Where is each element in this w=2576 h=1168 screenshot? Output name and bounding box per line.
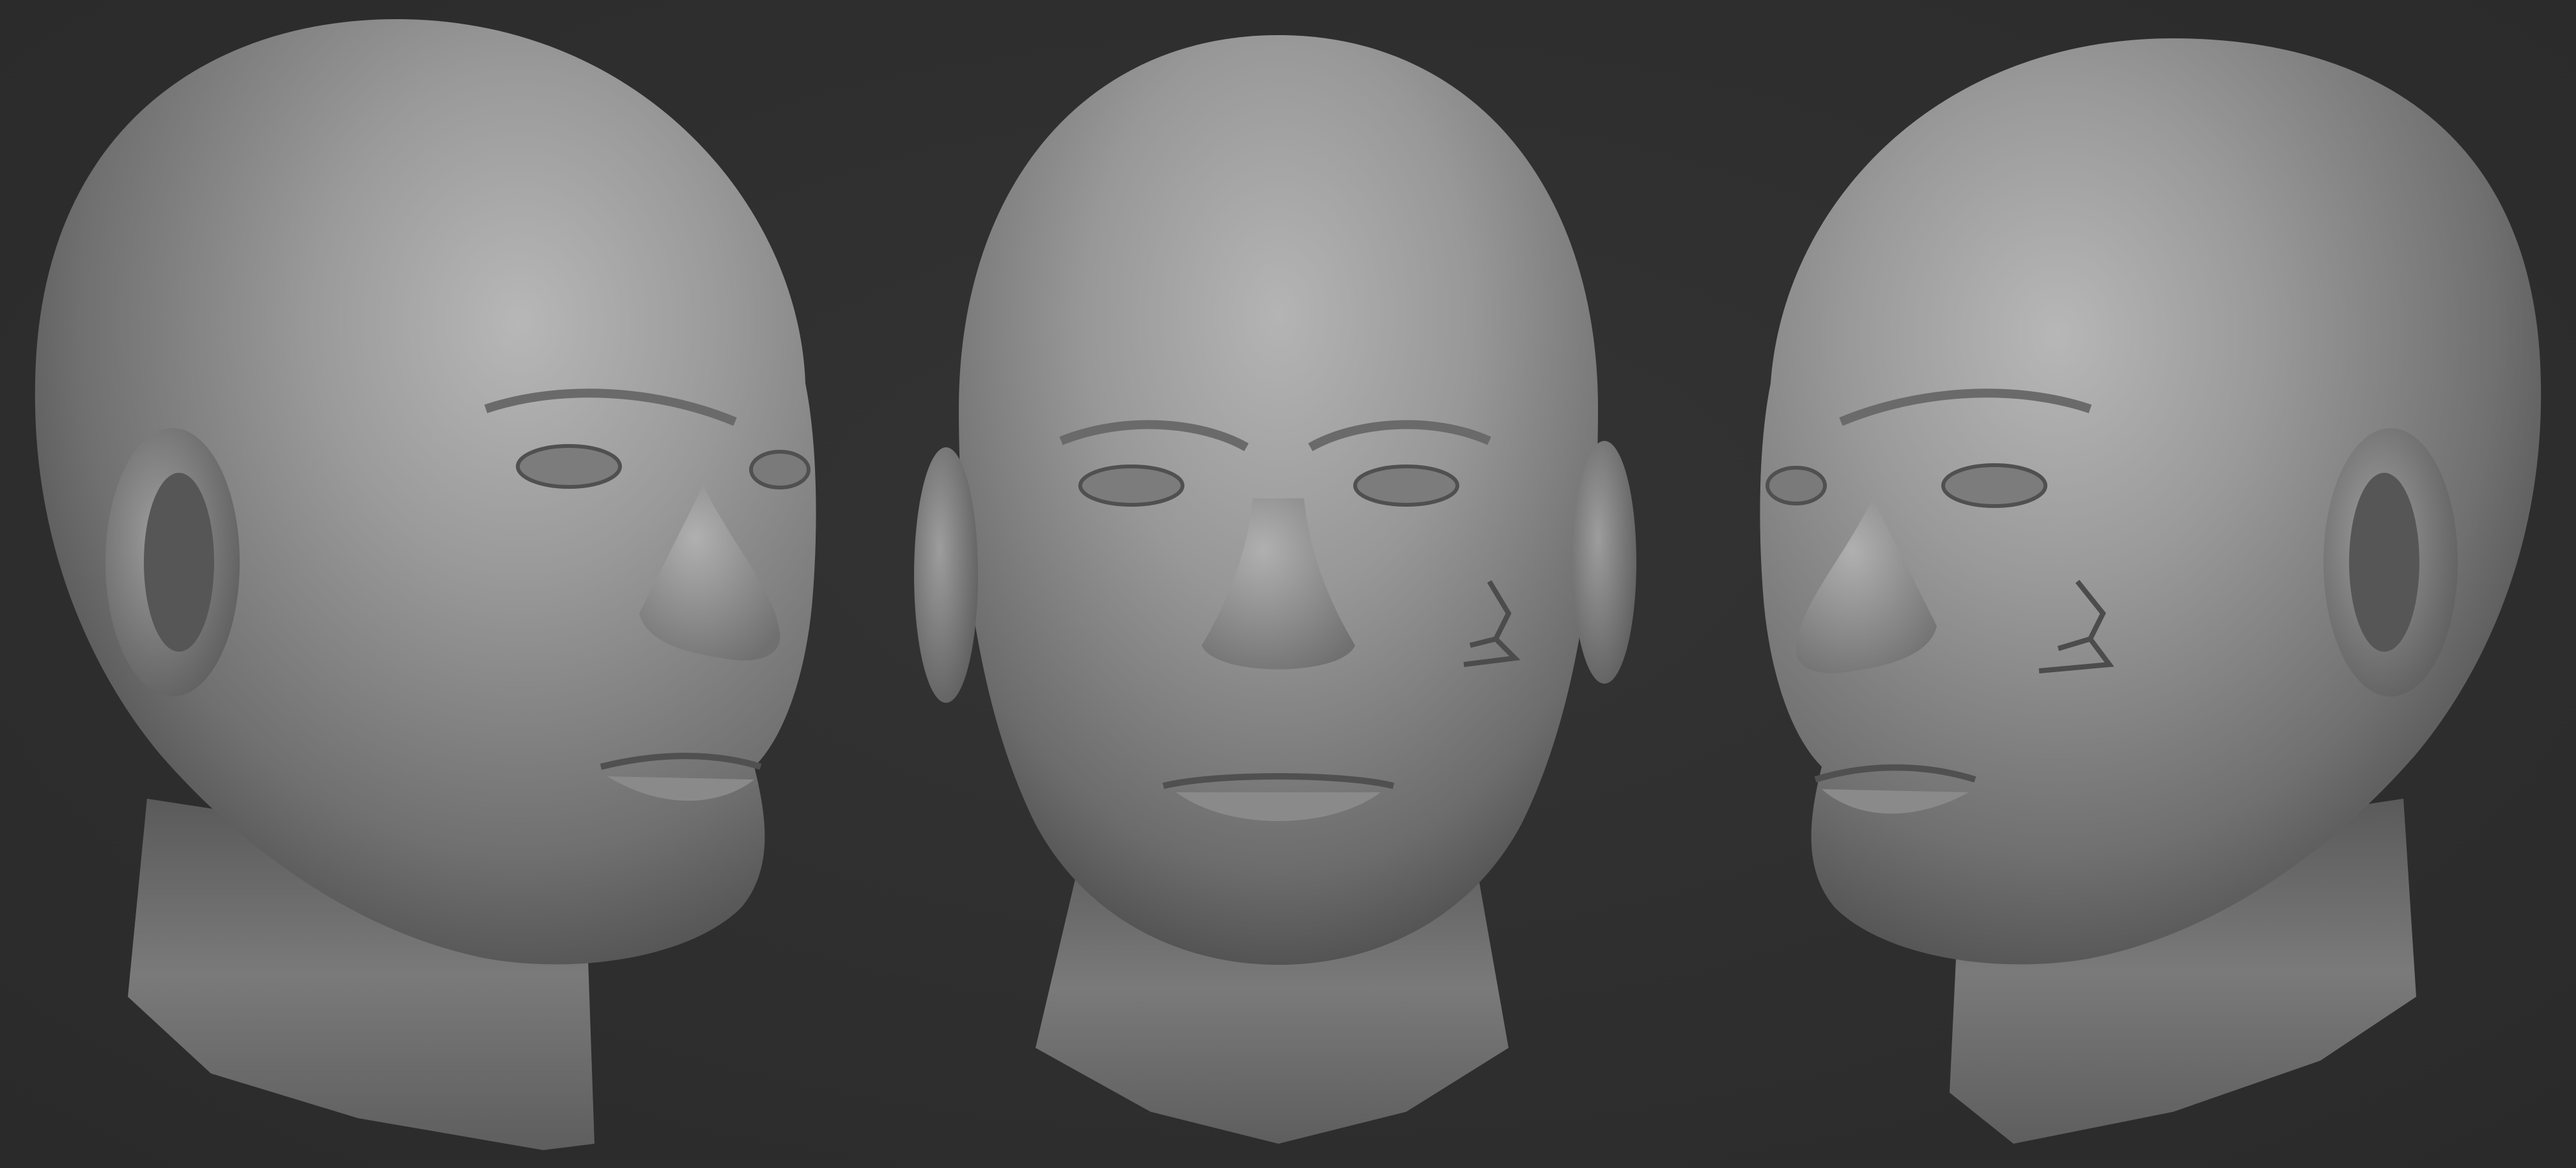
head-three-quarter-left — [35, 19, 816, 1150]
render-viewport — [0, 0, 2576, 1168]
eye-left-b — [749, 450, 811, 489]
eye-right-b — [1941, 463, 2047, 508]
eye-front-right — [1353, 465, 1459, 507]
sculpt-turnaround — [35, 19, 2541, 1150]
head-front — [914, 35, 1636, 1144]
ear-inner-left — [144, 473, 214, 652]
ear-front-left — [914, 447, 978, 703]
head-three-quarter-right — [1760, 38, 2541, 1144]
ear-front-right — [1572, 441, 1636, 684]
eye-left-a — [516, 444, 622, 489]
eye-right-a — [1765, 466, 1827, 505]
ear-inner-right — [2349, 473, 2419, 652]
eye-front-left — [1078, 465, 1184, 507]
